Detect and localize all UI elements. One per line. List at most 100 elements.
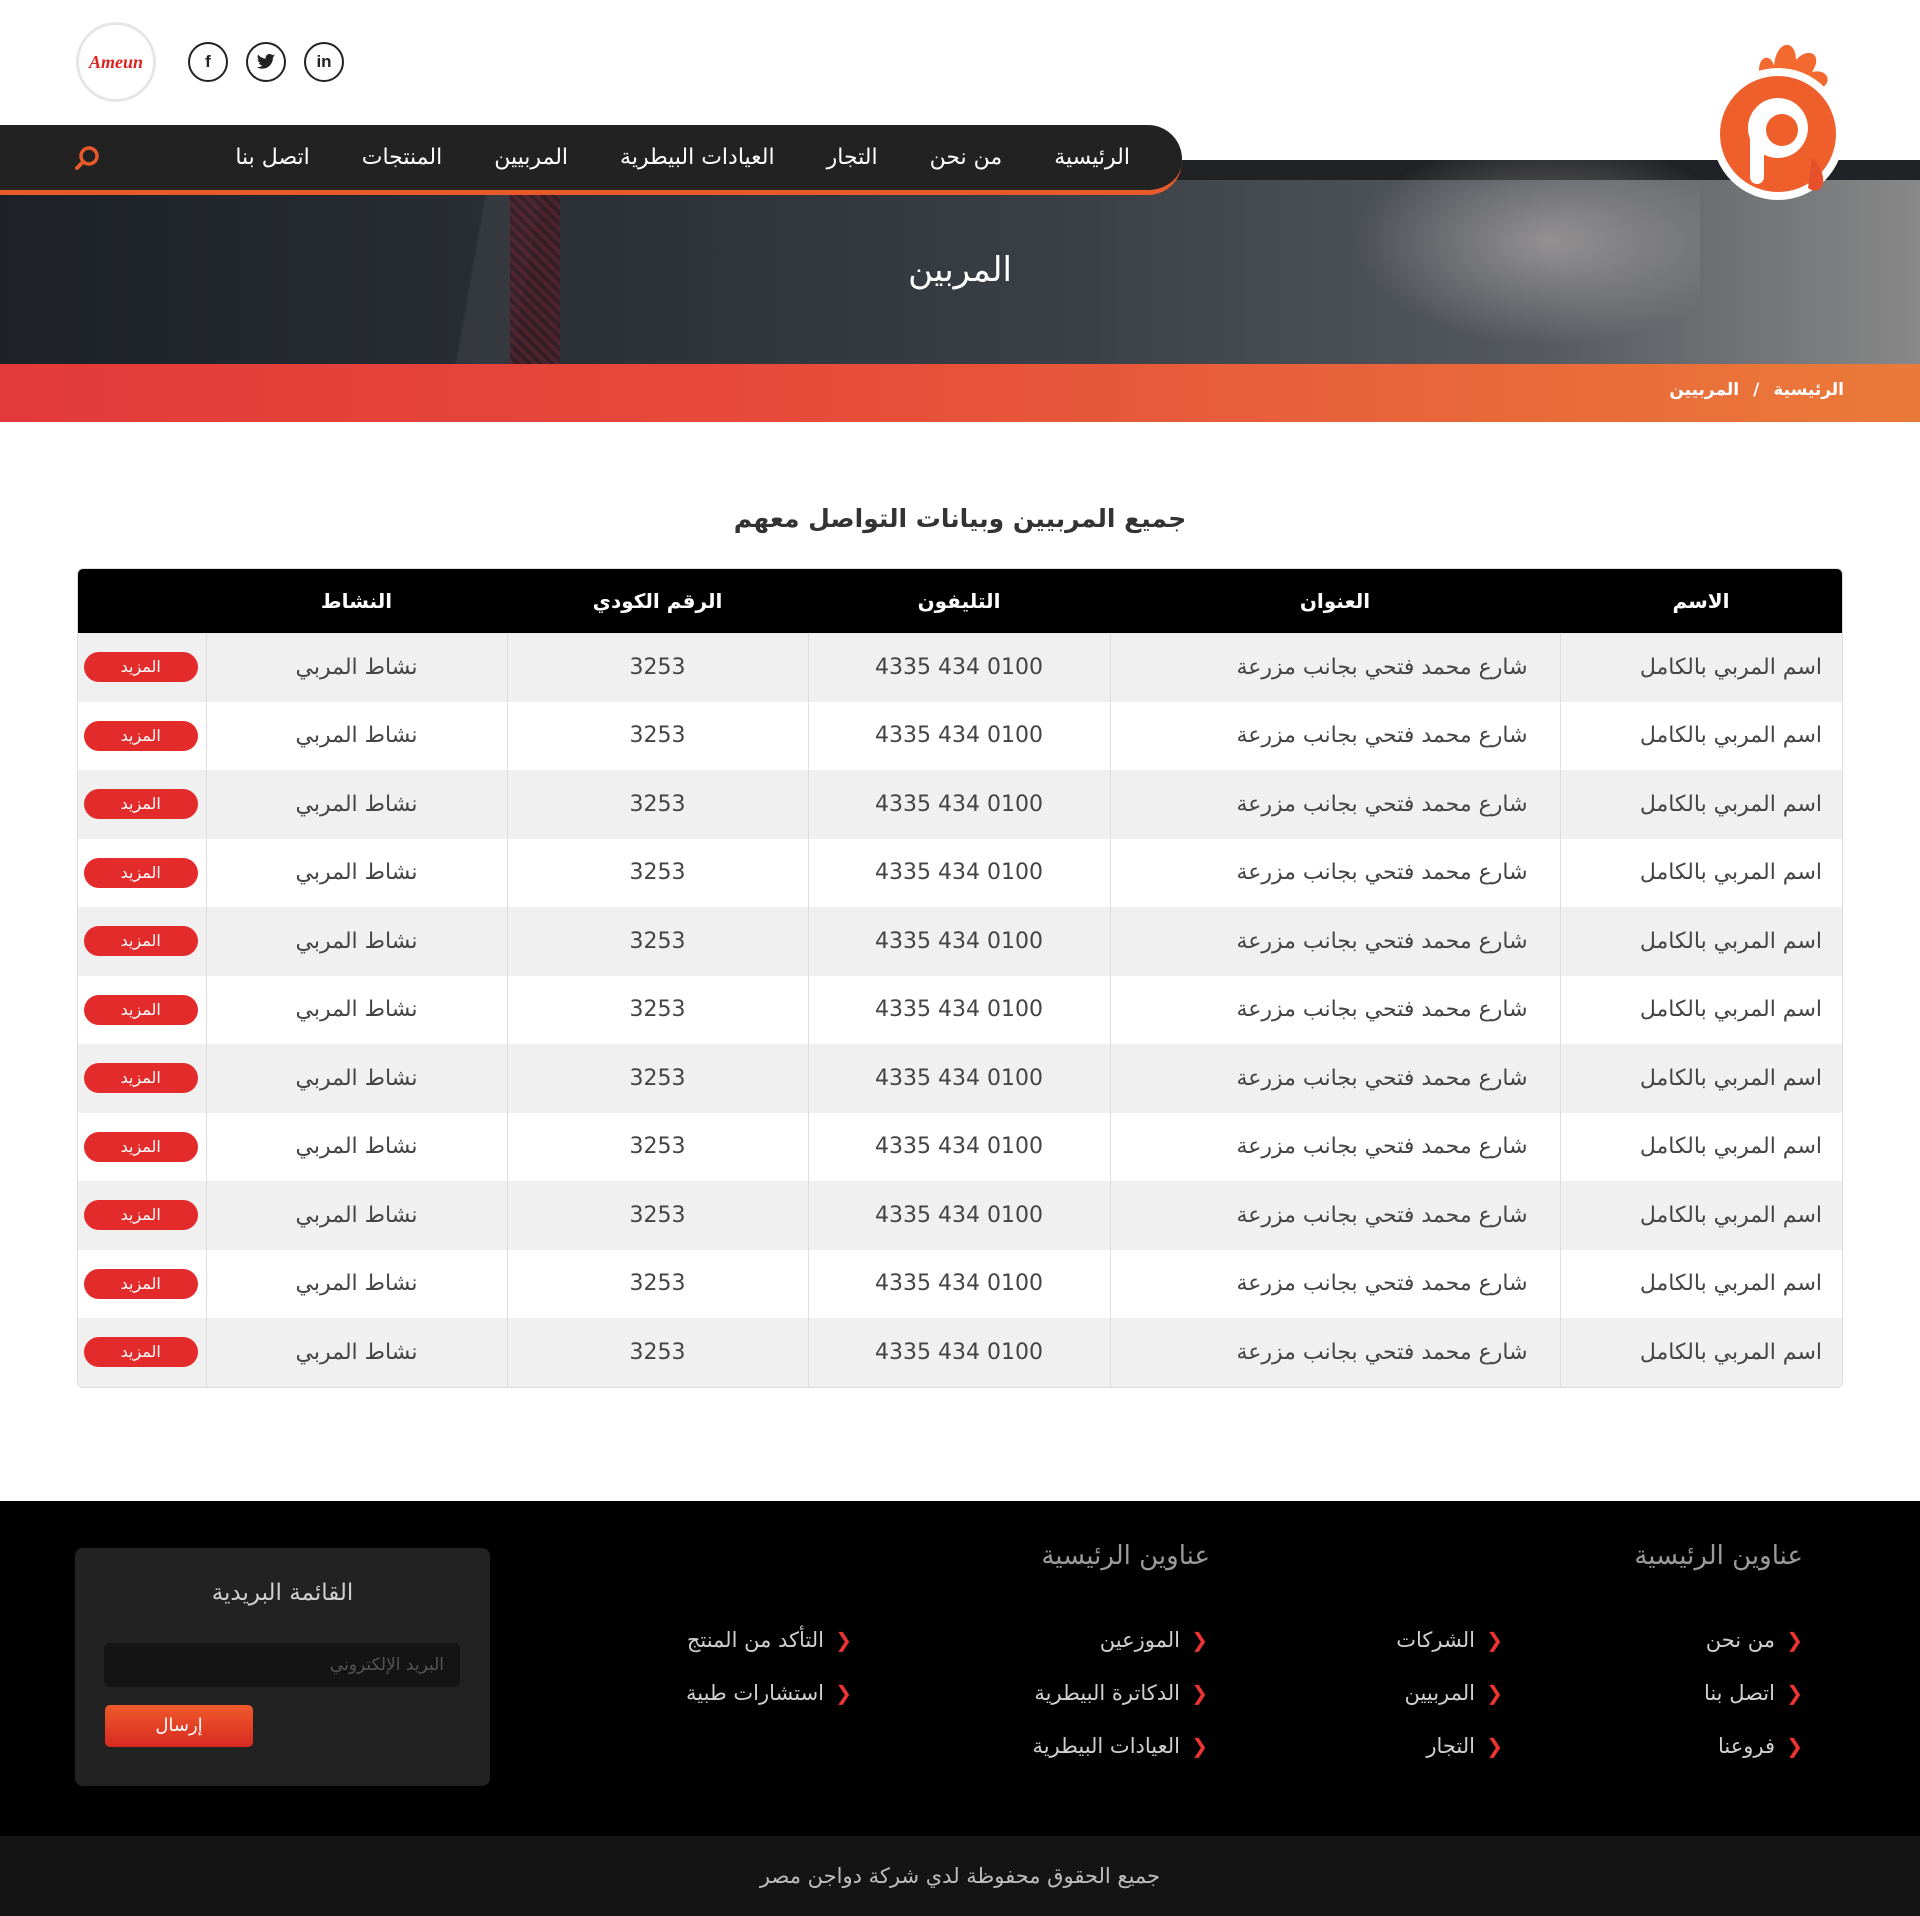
footer-link-label: المربيين: [1404, 1680, 1475, 1705]
footer-link-label: اتصل بنا: [1703, 1680, 1775, 1705]
breadcrumb-current: المربيين: [1669, 380, 1740, 400]
cell-code: 3253: [506, 1249, 808, 1318]
cell-address: شارع محمد فتحي بجانب مزرعة: [1109, 838, 1560, 907]
search-icon[interactable]: [74, 145, 100, 171]
col-header-activity: النشاط: [320, 589, 393, 613]
table-body: اسم المربي بالكامل شارع محمد فتحي بجانب م…: [78, 633, 1842, 1387]
table-row: اسم المربي بالكامل شارع محمد فتحي بجانب م…: [78, 633, 1842, 702]
more-button[interactable]: المزيد: [83, 994, 198, 1025]
footer-link[interactable]: ❮ اتصل بنا: [1704, 1666, 1803, 1719]
rooster-logo[interactable]: [1712, 28, 1848, 212]
cell-action: المزيد: [78, 770, 206, 839]
cell-action: المزيد: [78, 1318, 206, 1387]
cell-activity: نشاط المربي: [205, 1318, 507, 1387]
col-header-address: العنوان: [1299, 589, 1371, 613]
footer-link[interactable]: ❮ التأكد من المنتج: [686, 1613, 852, 1666]
cell-name: اسم المربي بالكامل: [1559, 770, 1842, 839]
cell-phone: 0100 434 4335: [807, 907, 1110, 976]
more-button[interactable]: المزيد: [83, 720, 198, 751]
cell-phone: 0100 434 4335: [807, 633, 1110, 702]
chevron-left-icon: ❮: [1191, 1733, 1208, 1758]
footer-col1-title: عناوين الرئيسية: [1634, 1541, 1803, 1571]
linkedin-icon[interactable]: in: [304, 42, 344, 82]
more-button[interactable]: المزيد: [83, 1131, 198, 1162]
page: Ameun f in المربين الرئيسية من نحن التجا…: [0, 0, 1920, 1916]
more-button[interactable]: المزيد: [83, 1063, 198, 1094]
footer-link[interactable]: ❮ العيادات البيطرية: [1032, 1719, 1208, 1772]
table-row: اسم المربي بالكامل شارع محمد فتحي بجانب م…: [78, 907, 1842, 976]
social-links: f in: [188, 42, 344, 82]
cell-address: شارع محمد فتحي بجانب مزرعة: [1109, 907, 1560, 976]
footer-link[interactable]: ❮ التجار: [1396, 1719, 1503, 1772]
more-button[interactable]: المزيد: [83, 1268, 198, 1299]
email-field[interactable]: [104, 1643, 460, 1687]
footer-link[interactable]: ❮ استشارات طبية: [686, 1666, 852, 1719]
footer-link-label: الموزعين: [1099, 1627, 1180, 1652]
nav-item-about[interactable]: من نحن: [930, 145, 1003, 170]
breeders-table: الاسم العنوان التليفون الرقم الكودي النش…: [77, 568, 1843, 1388]
more-button[interactable]: المزيد: [83, 652, 198, 683]
partner-logo[interactable]: Ameun: [76, 22, 156, 102]
footer-link[interactable]: ❮ فروعنا: [1704, 1719, 1803, 1772]
cell-code: 3253: [506, 907, 808, 976]
cell-phone: 0100 434 4335: [807, 838, 1110, 907]
table-row: اسم المربي بالكامل شارع محمد فتحي بجانب م…: [78, 1112, 1842, 1182]
cell-action: المزيد: [78, 702, 206, 771]
chevron-left-icon: ❮: [1786, 1627, 1803, 1652]
cell-address: شارع محمد فتحي بجانب مزرعة: [1109, 770, 1560, 839]
chevron-left-icon: ❮: [1191, 1680, 1208, 1705]
footer: عناوين الرئيسية ❮ من نحن ❮ اتصل بنا ❮ فروعن…: [0, 1501, 1920, 1836]
more-button[interactable]: المزيد: [83, 789, 198, 820]
cell-action: المزيد: [78, 1113, 206, 1182]
footer-link[interactable]: ❮ الشركات: [1396, 1613, 1503, 1666]
nav-item-vet-clinics[interactable]: العيادات البيطرية: [620, 145, 775, 170]
nav-item-traders[interactable]: التجار: [827, 145, 878, 170]
twitter-icon[interactable]: [246, 42, 286, 82]
chevron-left-icon: ❮: [1486, 1627, 1503, 1652]
breadcrumb: الرئيسية / المربيين: [0, 364, 1920, 422]
footer-link[interactable]: ❮ من نحن: [1704, 1613, 1803, 1666]
cell-activity: نشاط المربي: [205, 1044, 507, 1113]
cell-address: شارع محمد فتحي بجانب مزرعة: [1109, 1044, 1560, 1113]
footer-col4-links: ❮ التأكد من المنتج ❮ استشارات طبية: [686, 1613, 852, 1719]
nav-item-contact[interactable]: اتصل بنا: [235, 145, 309, 170]
chevron-left-icon: ❮: [1786, 1733, 1803, 1758]
footer-link[interactable]: ❮ الدكاترة البيطرية: [1032, 1666, 1208, 1719]
send-button[interactable]: إرسال: [105, 1705, 253, 1747]
facebook-icon[interactable]: f: [188, 42, 228, 82]
cell-action: المزيد: [78, 839, 206, 908]
table-row: اسم المربي بالكامل شارع محمد فتحي بجانب م…: [78, 1249, 1842, 1318]
more-button[interactable]: المزيد: [83, 1200, 198, 1231]
table-header-row: الاسم العنوان التليفون الرقم الكودي النش…: [78, 569, 1842, 633]
nav-item-breeders[interactable]: المربيين: [494, 145, 568, 170]
cell-activity: نشاط المربي: [205, 1249, 507, 1318]
cell-code: 3253: [506, 838, 808, 907]
more-button[interactable]: المزيد: [83, 857, 198, 888]
cell-name: اسم المربي بالكامل: [1559, 1318, 1842, 1387]
page-title: المربين: [908, 250, 1012, 290]
more-button[interactable]: المزيد: [83, 926, 198, 957]
cell-action: المزيد: [78, 633, 206, 702]
nav-item-home[interactable]: الرئيسية: [1054, 145, 1130, 170]
cell-phone: 0100 434 4335: [807, 1112, 1110, 1181]
breadcrumb-home[interactable]: الرئيسية: [1773, 380, 1844, 400]
table-row: اسم المربي بالكامل شارع محمد فتحي بجانب م…: [78, 975, 1842, 1044]
footer-col1-links: ❮ من نحن ❮ اتصل بنا ❮ فروعنا: [1704, 1613, 1803, 1772]
nav-item-products[interactable]: المنتجات: [362, 145, 442, 170]
cell-name: اسم المربي بالكامل: [1559, 838, 1842, 907]
cell-phone: 0100 434 4335: [807, 1181, 1110, 1250]
col-header-code: الرقم الكودي: [592, 589, 723, 613]
cell-code: 3253: [506, 701, 808, 770]
footer-link[interactable]: ❮ المربيين: [1396, 1666, 1503, 1719]
cell-address: شارع محمد فتحي بجانب مزرعة: [1109, 975, 1560, 1044]
footer-link-label: التأكد من المنتج: [686, 1627, 824, 1652]
cell-action: المزيد: [78, 907, 206, 976]
newsletter-title: القائمة البريدية: [211, 1580, 354, 1606]
footer-link[interactable]: ❮ الموزعين: [1032, 1613, 1208, 1666]
footer-link-label: من نحن: [1705, 1627, 1775, 1652]
cell-name: اسم المربي بالكامل: [1559, 975, 1842, 1044]
cell-address: شارع محمد فتحي بجانب مزرعة: [1109, 701, 1560, 770]
col-header-name: الاسم: [1672, 589, 1730, 613]
cell-code: 3253: [506, 1044, 808, 1113]
more-button[interactable]: المزيد: [83, 1337, 198, 1368]
